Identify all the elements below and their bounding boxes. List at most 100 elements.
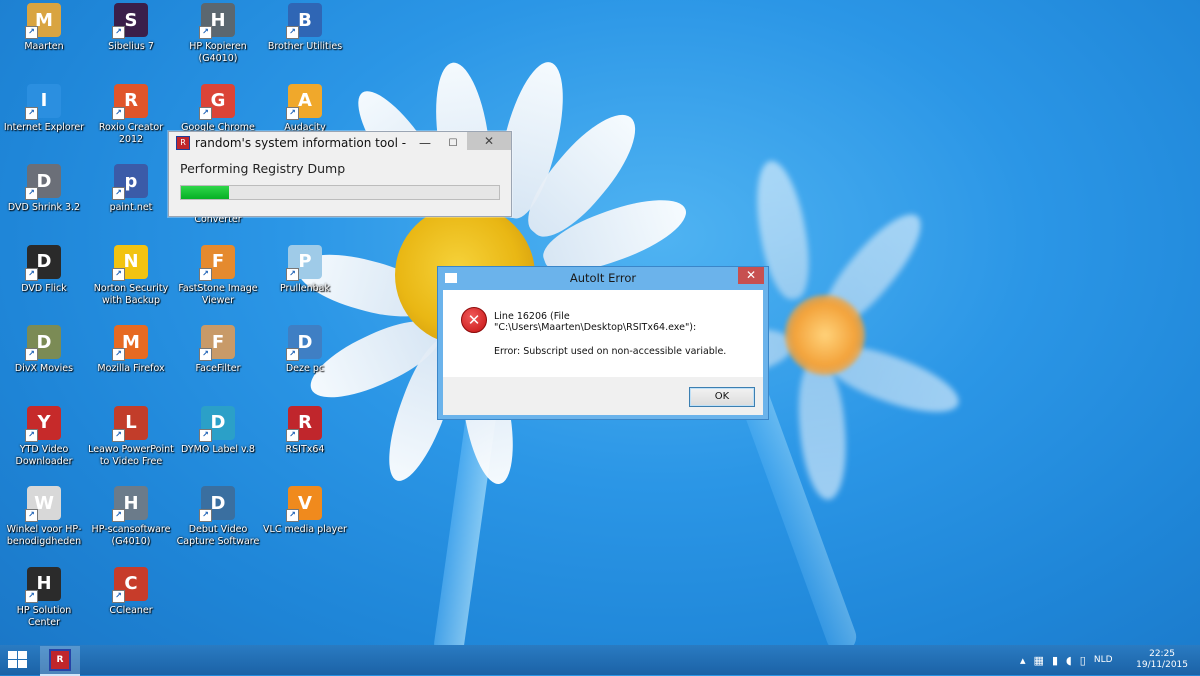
desktop-icon-label: Maarten [24, 41, 64, 52]
desktop-icon-label: Prullenbak [280, 282, 330, 294]
desktop-icon-dvd-shrink[interactable]: D ↗ DVD Shrink 3.2 [1, 164, 87, 214]
error-icon: ✕ [461, 307, 487, 333]
shortcut-arrow-icon: ↗ [199, 26, 212, 39]
desktop-icon-vlc[interactable]: V ↗ VLC media player [262, 486, 348, 536]
shortcut-arrow-icon: ↗ [286, 26, 299, 39]
hp-store-icon: W ↗ [25, 486, 61, 522]
desktop-icon-roxio[interactable]: R ↗ Roxio Creator 2012 [88, 83, 174, 146]
clock-date: 19/11/2015 [1136, 660, 1188, 670]
shortcut-arrow-icon: ↗ [112, 348, 125, 361]
desktop-icon-label: HP Solution Center [16, 604, 72, 628]
ie-icon: I ↗ [25, 83, 61, 120]
desktop-icon-chrome[interactable]: G ↗ Google Chrome [175, 83, 261, 134]
desktop-icon-label: DivX Movies [14, 363, 74, 374]
shortcut-arrow-icon: ↗ [199, 106, 212, 120]
scanner-icon: H ↗ [199, 3, 235, 39]
system-tray: ▴ ▦ ▮ ◖ ▯ NLD [1016, 645, 1117, 675]
chrome-icon: G ↗ [199, 83, 235, 120]
desktop-icon-label: Leawo PowerPoint to Video Free [88, 443, 174, 467]
desktop-icon-facefilter[interactable]: F ↗ FaceFilter [175, 325, 261, 375]
desktop-icon-debut[interactable]: D ↗ Debut Video Capture Software [175, 486, 261, 548]
taskbar: R ▴ ▦ ▮ ◖ ▯ NLD 22:25 19/11/2015 [0, 645, 1200, 676]
desktop-icon-label: FastStone Image Viewer [178, 282, 258, 306]
shortcut-arrow-icon: ↗ [112, 267, 125, 281]
shortcut-arrow-icon: ↗ [25, 187, 38, 200]
language-indicator[interactable]: NLD [1094, 655, 1113, 665]
action-center-icon[interactable]: ▦ [1034, 654, 1044, 667]
facefilter-icon: F ↗ [199, 325, 235, 361]
maximize-button[interactable]: ☐ [439, 133, 467, 153]
show-hidden-icons-arrow[interactable]: ▴ [1020, 654, 1026, 667]
desktop-icon-faststone[interactable]: F ↗ FastStone Image Viewer [175, 244, 261, 307]
desktop-icon-dvd-flick[interactable]: D ↗ DVD Flick [1, 244, 87, 295]
dialog-titlebar[interactable]: AutoIt Error ✕ [438, 267, 768, 289]
hp-scan-icon: H ↗ [112, 486, 148, 522]
window-titlebar[interactable]: R random's system information tool - © r… [169, 132, 511, 154]
paintnet-icon: p ↗ [112, 164, 148, 200]
desktop-icon-hp-store[interactable]: W ↗ Winkel voor HP-benodigdheden [1, 486, 87, 548]
desktop-icon-label: RSITx64 [285, 443, 325, 455]
dialog-close-button[interactable]: ✕ [738, 267, 764, 284]
dvd-flick-icon: D ↗ [25, 244, 61, 281]
leawo-icon: L ↗ [112, 405, 148, 442]
minimize-button[interactable]: — [411, 133, 439, 153]
desktop-icon-audacity[interactable]: A ↗ Audacity [262, 83, 348, 134]
volume-icon[interactable]: ◖ [1066, 654, 1072, 667]
faststone-icon: F ↗ [199, 244, 235, 281]
start-button[interactable] [8, 651, 28, 669]
desktop-icon-firefox[interactable]: M ↗ Mozilla Firefox [88, 325, 174, 375]
desktop-icon-ie[interactable]: I ↗ Internet Explorer [1, 83, 87, 134]
desktop-icon-ccleaner[interactable]: C ↗ CCleaner [88, 566, 174, 617]
desktop-icon-label: DYMO Label v.8 [181, 443, 255, 455]
debut-icon: D ↗ [199, 486, 235, 522]
shortcut-arrow-icon: ↗ [112, 187, 125, 200]
shortcut-arrow-icon: ↗ [286, 267, 299, 281]
desktop-icon-hp[interactable]: H ↗ HP Solution Center [1, 566, 87, 629]
ok-button[interactable]: OK [689, 387, 755, 407]
user-folder-icon: M ↗ [25, 3, 61, 39]
desktop-icon-recycle-bin[interactable]: P ↗ Prullenbak [262, 244, 348, 295]
shortcut-arrow-icon: ↗ [25, 348, 38, 361]
shortcut-arrow-icon: ↗ [199, 267, 212, 281]
ccleaner-icon: C ↗ [112, 566, 148, 603]
taskbar-app-rsit[interactable]: R [40, 646, 80, 676]
network-icon[interactable]: ▮ [1052, 654, 1058, 667]
desktop-icon-label: Norton Security with Backup [93, 282, 169, 306]
shortcut-arrow-icon: ↗ [112, 106, 125, 120]
desktop-icon-hp-scan[interactable]: H ↗ HP-scansoftware (G4010) [88, 486, 174, 548]
roxio-icon: R ↗ [112, 83, 148, 120]
close-button[interactable]: ✕ [467, 132, 511, 150]
autoit-error-dialog[interactable]: AutoIt Error ✕ ✕ Line 16206 (File "C:\Us… [437, 266, 769, 420]
desktop-icon-leawo[interactable]: L ↗ Leawo PowerPoint to Video Free [88, 405, 174, 468]
desktop-icon-divx[interactable]: D ↗ DivX Movies [1, 325, 87, 375]
dialog-title: AutoIt Error [569, 271, 637, 285]
desktop-icon-dymo[interactable]: D ↗ DYMO Label v.8 [175, 405, 261, 456]
desktop-icon-rsit[interactable]: R ↗ RSITx64 [262, 405, 348, 456]
progress-bar-fill [181, 186, 229, 199]
shortcut-arrow-icon: ↗ [286, 509, 299, 522]
desktop-icon-computer[interactable]: D ↗ Deze pc [262, 325, 348, 375]
desktop-icon-ytd[interactable]: Y ↗ YTD Video Downloader [1, 405, 87, 468]
computer-icon: D ↗ [286, 325, 322, 361]
desktop-icon-label: Brother Utilities [267, 41, 343, 52]
taskbar-clock[interactable]: 22:25 19/11/2015 [1136, 649, 1188, 671]
desktop-icon-paintnet[interactable]: p ↗ paint.net [88, 164, 174, 214]
dymo-icon: D ↗ [199, 405, 235, 442]
desktop-icon-sibelius[interactable]: S ↗ Sibelius 7 [88, 3, 174, 53]
power-icon[interactable]: ▯ [1080, 654, 1086, 667]
desktop-icon-label: VLC media player [263, 524, 347, 535]
toolbox-icon: B ↗ [286, 3, 322, 39]
firefox-icon: M ↗ [112, 325, 148, 361]
shortcut-arrow-icon: ↗ [199, 428, 212, 442]
desktop: M ↗ Maarten S ↗ Sibelius 7 H ↗ HP Kopieren (G401… [0, 0, 1200, 645]
rsit-progress-window[interactable]: R random's system information tool - © r… [168, 131, 512, 217]
desktop-icon-toolbox[interactable]: B ↗ Brother Utilities [262, 3, 348, 53]
shortcut-arrow-icon: ↗ [25, 509, 38, 522]
ytd-icon: Y ↗ [25, 405, 61, 442]
shortcut-arrow-icon: ↗ [286, 106, 299, 120]
desktop-icon-label: Mozilla Firefox [97, 363, 165, 374]
desktop-icon-scanner[interactable]: H ↗ HP Kopieren (G4010) [175, 3, 261, 65]
desktop-icon-norton[interactable]: N ↗ Norton Security with Backup [88, 244, 174, 307]
desktop-icon-user-folder[interactable]: M ↗ Maarten [1, 3, 87, 53]
progress-status-text: Performing Registry Dump [180, 161, 346, 176]
